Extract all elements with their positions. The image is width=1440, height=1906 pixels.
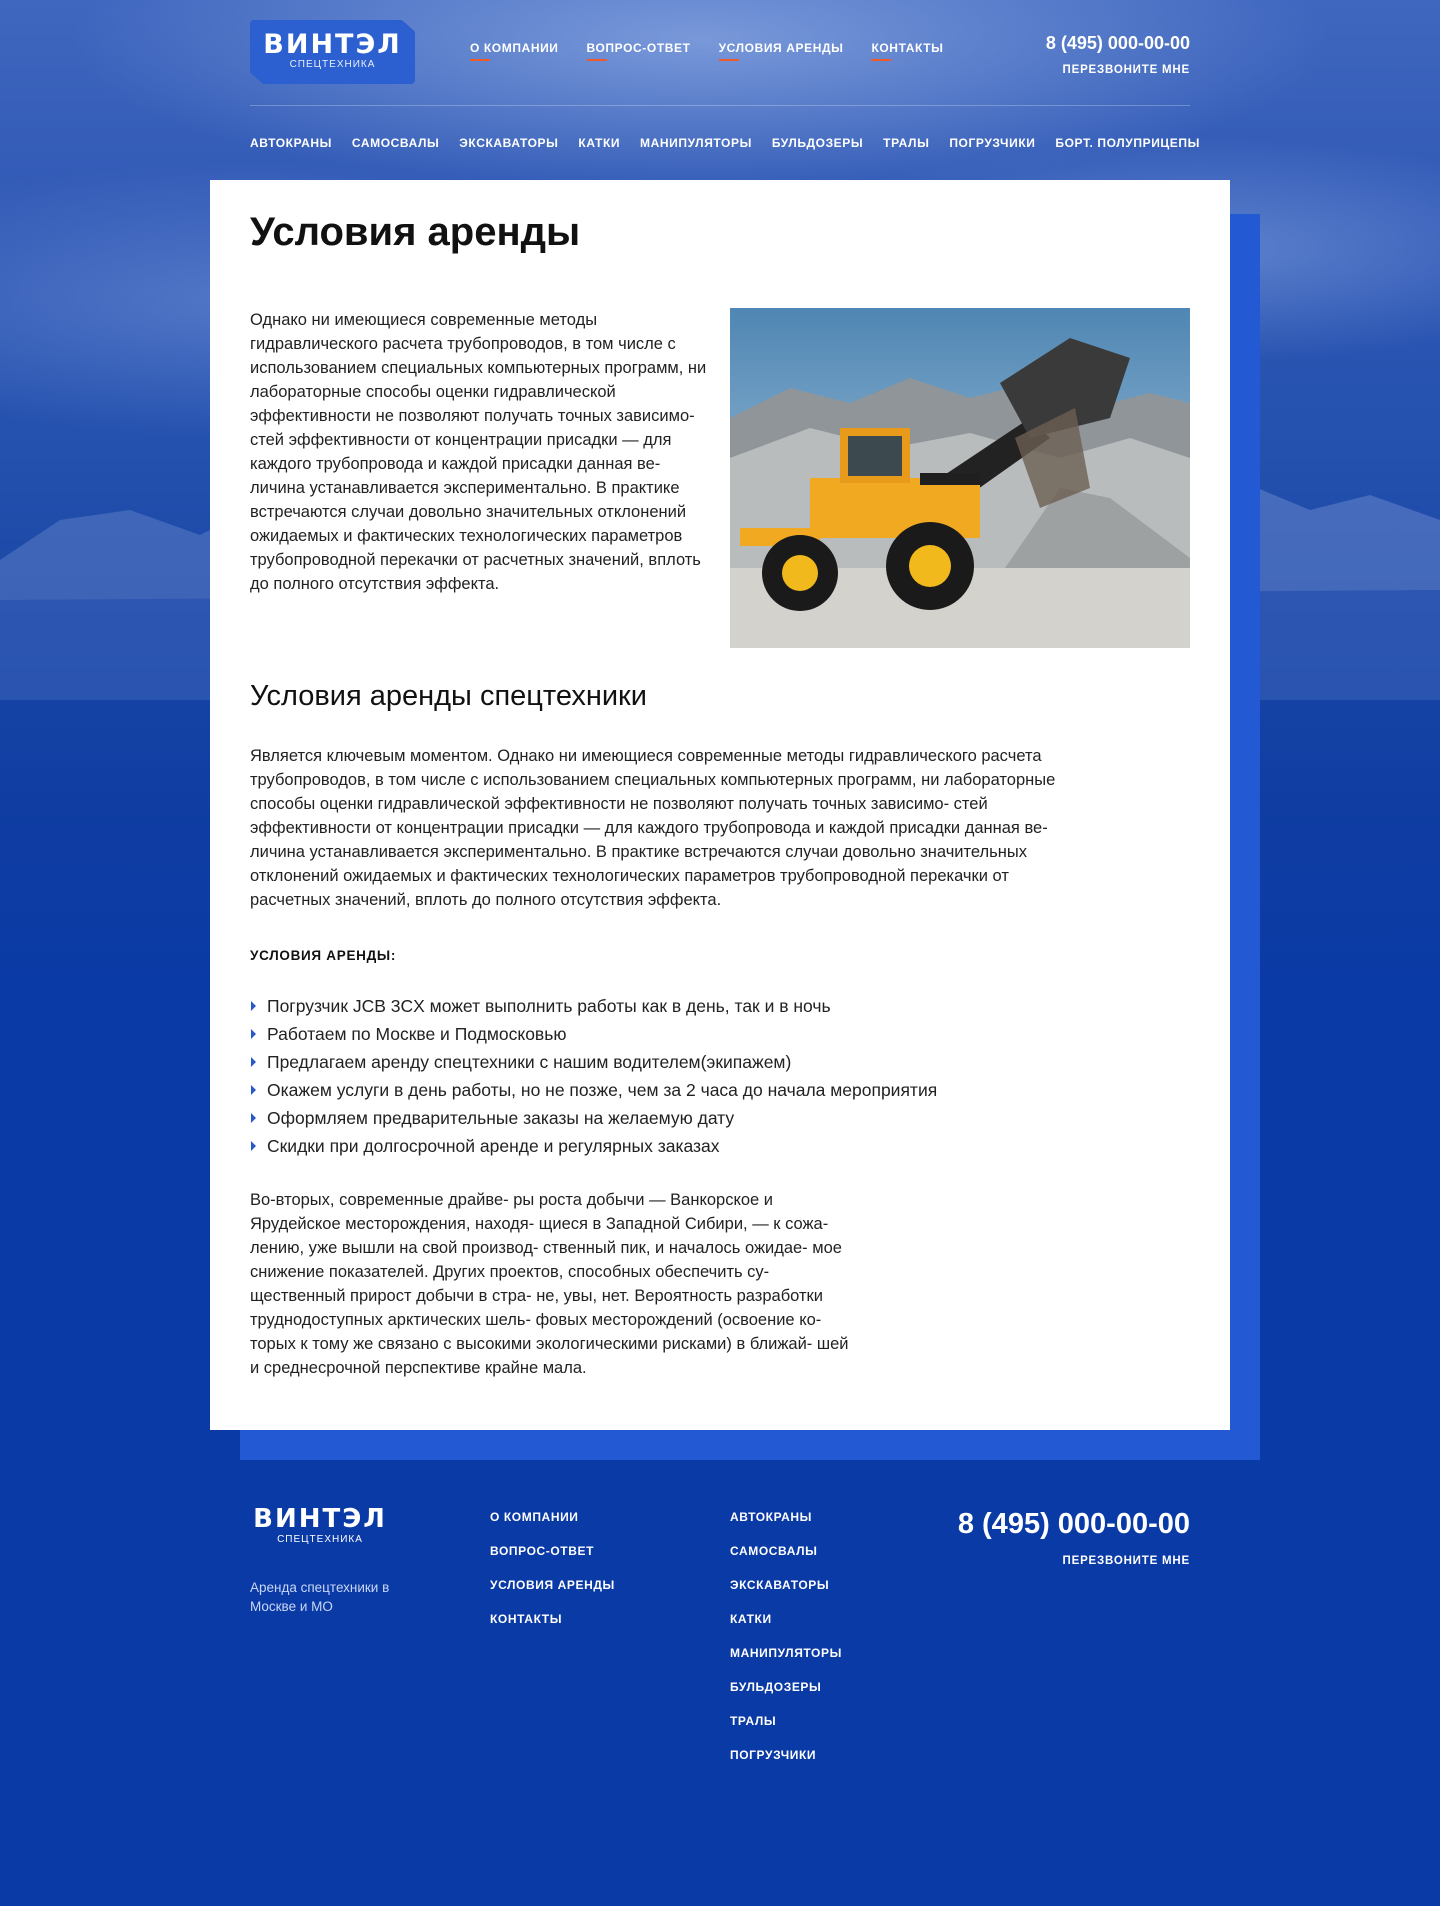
list-item: Погрузчик JCB 3CX может выполнить работы… <box>250 992 937 1020</box>
terms-heading: УСЛОВИЯ АРЕНДЫ: <box>250 948 397 963</box>
nav-link-faq[interactable]: Вопрос-ответ <box>586 41 691 61</box>
footer-logo[interactable]: ВИНТЭЛ СПЕЦТЕХНИКА <box>250 1506 390 1545</box>
category-link[interactable]: Самосвалы <box>352 136 439 150</box>
jcb-wheel-loader-image <box>730 308 1190 648</box>
top-nav: О компании Вопрос-ответ Условия аренды К… <box>470 41 972 61</box>
category-link[interactable]: Борт. полуприцепы <box>1055 136 1200 150</box>
footer-phone[interactable]: 8 (495) 000-00-00 <box>958 1508 1190 1541</box>
category-link[interactable]: Манипуляторы <box>640 136 752 150</box>
category-link[interactable]: Автокраны <box>250 136 332 150</box>
footer-link-about[interactable]: О компании <box>490 1510 615 1544</box>
footer-link-faq[interactable]: Вопрос-ответ <box>490 1544 615 1578</box>
footer-logo-subtitle: СПЕЦТЕХНИКА <box>277 1534 363 1545</box>
header-logo[interactable]: ВИНТЭЛ СПЕЦТЕХНИКА <box>250 20 415 84</box>
content-card: Условия аренды Однако ни имеющиеся совре… <box>210 180 1230 1430</box>
category-link[interactable]: Катки <box>578 136 620 150</box>
category-link[interactable]: Экскаваторы <box>459 136 558 150</box>
footer-category-link[interactable]: Автокраны <box>730 1510 842 1544</box>
footer-category-link[interactable]: Тралы <box>730 1714 842 1748</box>
list-item: Оформляем предварительные заказы на жела… <box>250 1104 937 1132</box>
footer-category-link[interactable]: Погрузчики <box>730 1748 842 1782</box>
header-divider <box>250 105 1190 106</box>
logo-name: ВИНТЭЛ <box>263 29 402 60</box>
header-phone[interactable]: 8 (495) 000-00-00 <box>1046 33 1190 54</box>
footer-link-contacts[interactable]: Контакты <box>490 1612 615 1646</box>
closing-paragraph: Во-вторых, современные драйве- ры роста … <box>250 1191 849 1377</box>
nav-link-about[interactable]: О компании <box>470 41 559 61</box>
footer-tagline: Аренда спецтехники в Москве и МО <box>250 1580 390 1614</box>
category-nav: Автокраны Самосвалы Экскаваторы Катки Ма… <box>250 136 1200 150</box>
logo-subtitle: СПЕЦТЕХНИКА <box>289 59 376 70</box>
list-item: Работаем по Москве и Подмосковью <box>250 1020 937 1048</box>
section-heading: Условия аренды спецтехники <box>250 680 647 712</box>
footer-category-link[interactable]: Манипуляторы <box>730 1646 842 1680</box>
page-title: Условия аренды <box>250 210 581 254</box>
category-link[interactable]: Тралы <box>883 136 929 150</box>
list-item: Скидки при долгосрочной аренде и регуляр… <box>250 1132 937 1160</box>
header-callback-link[interactable]: Перезвоните мне <box>1063 64 1190 76</box>
footer-categories: Автокраны Самосвалы Экскаваторы Катки Ма… <box>730 1510 842 1782</box>
footer-link-terms[interactable]: Условия аренды <box>490 1578 615 1612</box>
category-link[interactable]: Погрузчики <box>949 136 1035 150</box>
footer-category-link[interactable]: Самосвалы <box>730 1544 842 1578</box>
intro-paragraph: Однако ни имеющиеся современные методы г… <box>250 311 707 593</box>
nav-link-contacts[interactable]: Контакты <box>871 41 943 61</box>
footer-category-link[interactable]: Катки <box>730 1612 842 1646</box>
list-item: Окажем услуги в день работы, но не позже… <box>250 1076 937 1104</box>
category-link[interactable]: Бульдозеры <box>772 136 863 150</box>
footer-category-link[interactable]: Бульдозеры <box>730 1680 842 1714</box>
list-item: Предлагаем аренду спецтехники с нашим во… <box>250 1048 937 1076</box>
nav-link-terms[interactable]: Условия аренды <box>718 41 844 61</box>
footer-logo-name: ВИНТЭЛ <box>253 1504 387 1534</box>
footer-nav: О компании Вопрос-ответ Условия аренды К… <box>490 1510 615 1646</box>
terms-list: Погрузчик JCB 3CX может выполнить работы… <box>250 992 937 1160</box>
section-paragraph: Является ключевым моментом. Однако ни им… <box>250 747 1056 909</box>
footer-callback-link[interactable]: Перезвоните мне <box>1063 1555 1190 1567</box>
footer-category-link[interactable]: Экскаваторы <box>730 1578 842 1612</box>
